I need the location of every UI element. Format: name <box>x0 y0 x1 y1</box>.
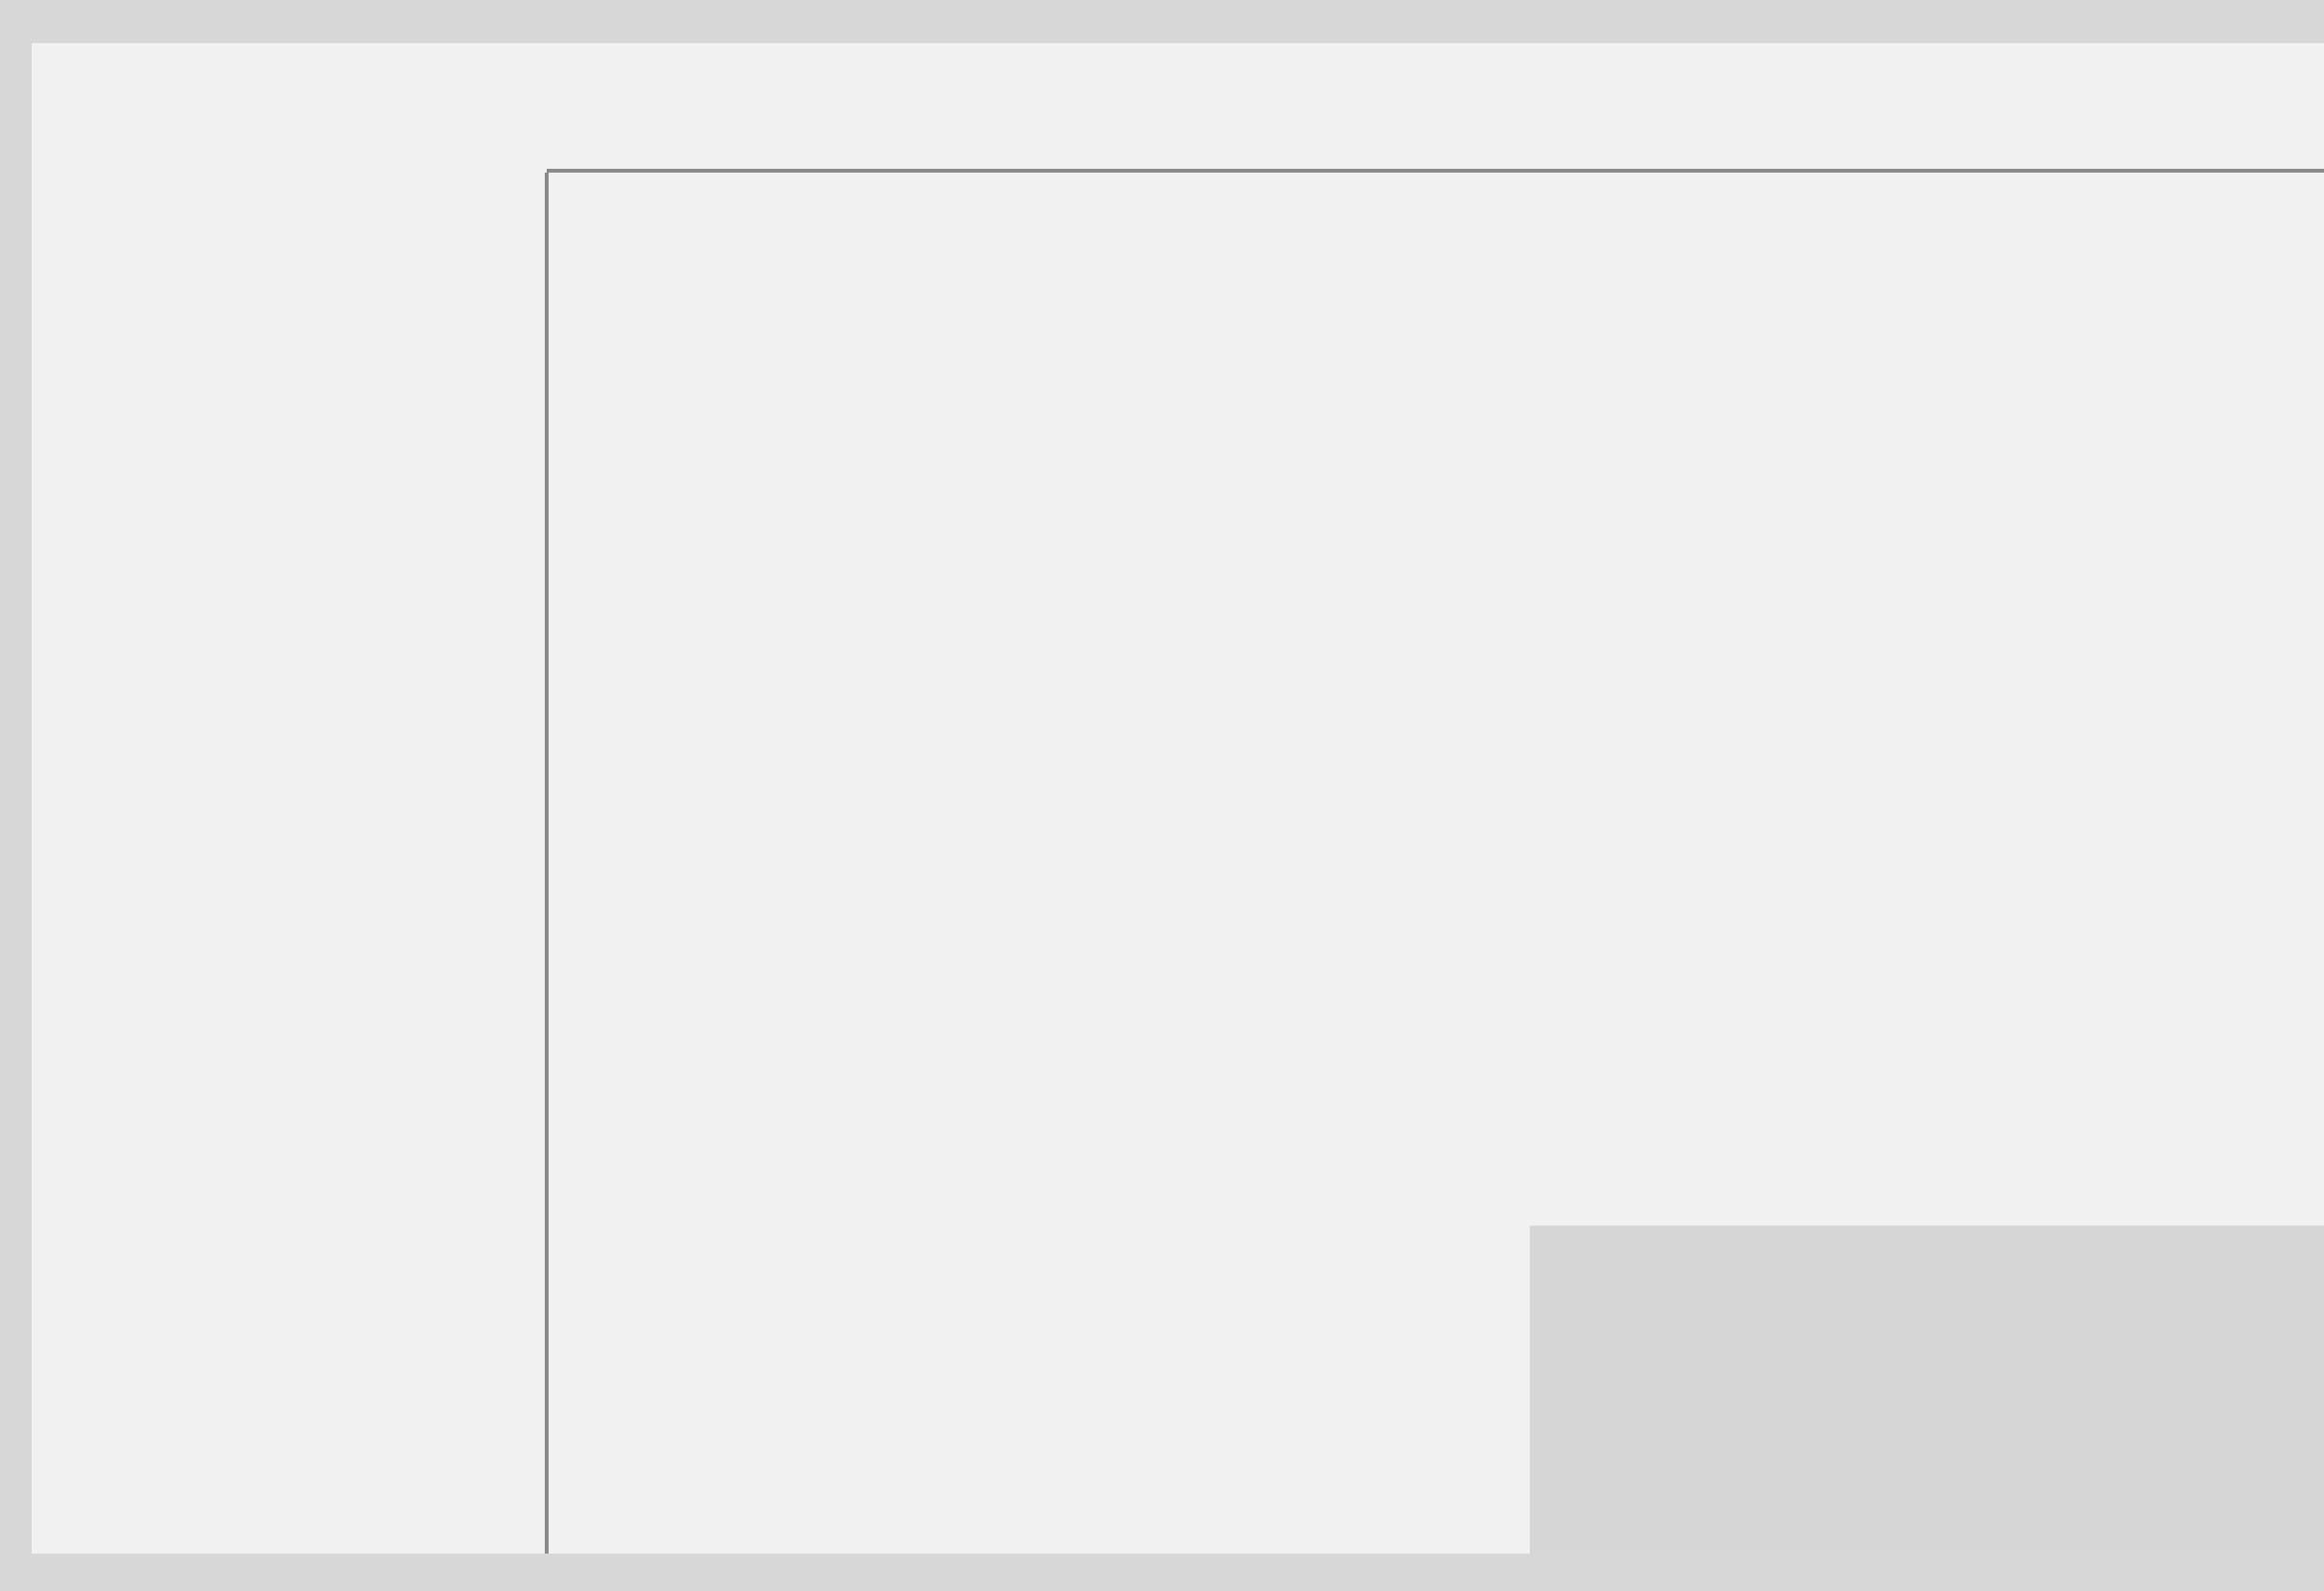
chart-panel <box>32 43 2324 1554</box>
caption-box <box>1530 1226 2324 1554</box>
x-axis-tick-labels <box>32 43 2324 129</box>
